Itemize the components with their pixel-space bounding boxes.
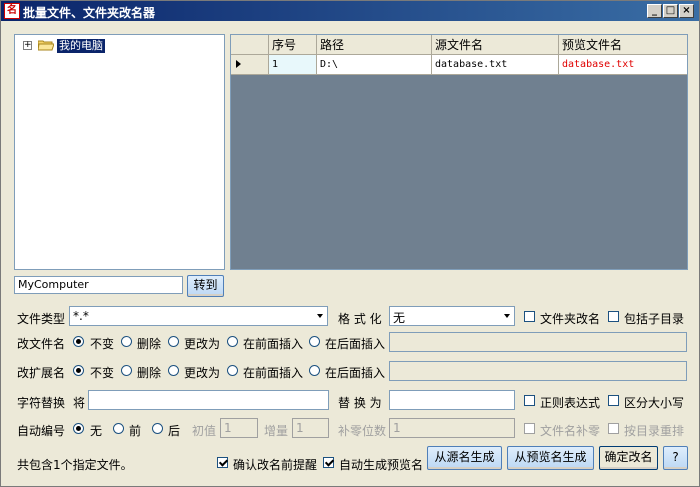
column-header-preview[interactable]: 预览文件名 (559, 35, 687, 55)
row-selector-icon (231, 55, 269, 74)
auto-number-radio-front[interactable] (113, 423, 124, 434)
start-value-label: 初值 (192, 424, 217, 438)
rename-file-radio-change[interactable] (168, 336, 179, 347)
rename-ext-radio-delete[interactable] (121, 365, 132, 376)
close-button[interactable]: × (679, 4, 694, 18)
rename-ext-option-append: 在后面插入 (325, 366, 386, 380)
auto-preview-checkbox[interactable] (323, 457, 334, 468)
include-subdir-checkbox[interactable] (608, 311, 619, 322)
title-bar: 名 批量文件、文件夹改名器 _ □ × (1, 1, 699, 21)
status-text: 共包含1个指定文件。 (17, 458, 133, 472)
column-header-path[interactable]: 路径 (317, 35, 432, 55)
by-dir-reorder-checkbox[interactable] (608, 423, 619, 434)
minimize-button[interactable]: _ (647, 4, 662, 18)
chevron-down-icon[interactable] (313, 307, 327, 325)
rename-file-label: 改文件名 (17, 337, 66, 351)
pad-digits-input[interactable]: 1 (389, 418, 515, 438)
path-input[interactable]: MyComputer (14, 276, 183, 294)
generate-from-preview-button[interactable]: 从预览名生成 (507, 446, 594, 470)
rename-ext-option-change: 更改为 (184, 366, 221, 380)
app-icon: 名 (4, 3, 20, 19)
rename-ext-label: 改扩展名 (17, 366, 66, 380)
step-label: 增量 (264, 424, 289, 438)
rename-file-option-append: 在后面插入 (325, 337, 386, 351)
auto-number-option-none: 无 (90, 424, 103, 438)
auto-number-radio-back[interactable] (152, 423, 163, 434)
cell-index[interactable]: 1 (269, 55, 317, 74)
format-value: 无 (393, 311, 406, 325)
grid-corner (231, 35, 269, 55)
file-type-value: *.* (73, 309, 89, 323)
format-label: 格 式 化 (338, 312, 382, 326)
replace-to-label: 替 换 为 (338, 396, 382, 410)
start-value-input[interactable]: 1 (220, 418, 258, 438)
column-header-index[interactable]: 序号 (269, 35, 317, 55)
rename-ext-option-prepend: 在前面插入 (243, 366, 304, 380)
step-input[interactable]: 1 (292, 418, 329, 438)
file-type-label: 文件类型 (17, 312, 66, 326)
tree-item-label: 我的电脑 (57, 39, 105, 53)
rename-file-option-change: 更改为 (184, 337, 221, 351)
chevron-down-icon[interactable] (500, 307, 514, 325)
goto-button[interactable]: 转到 (187, 275, 224, 297)
filename-pad-label: 文件名补零 (540, 424, 601, 438)
rename-ext-option-delete: 删除 (137, 366, 162, 380)
confirm-rename-button[interactable]: 确定改名 (599, 446, 658, 470)
auto-number-option-back: 后 (168, 424, 181, 438)
main-window: 名 批量文件、文件夹改名器 _ □ × + 我的电脑 序号 路径 源文件名 预览… (0, 0, 700, 487)
confirm-prompt-checkbox[interactable] (217, 457, 228, 468)
rename-ext-radio-prepend[interactable] (227, 365, 238, 376)
folder-rename-checkbox[interactable] (524, 311, 535, 322)
replace-to-input[interactable] (389, 390, 515, 410)
auto-number-option-front: 前 (129, 424, 142, 438)
directory-tree[interactable]: + 我的电脑 (14, 34, 225, 270)
pad-digits-label: 补零位数 (338, 424, 387, 438)
rename-file-radio-prepend[interactable] (227, 336, 238, 347)
rename-ext-radio-keep[interactable] (73, 365, 84, 376)
replace-from-input[interactable] (88, 390, 329, 410)
auto-preview-label: 自动生成预览名 (339, 458, 424, 472)
replace-label: 字符替换 (17, 396, 66, 410)
expand-icon[interactable]: + (23, 41, 32, 50)
filename-pad-checkbox[interactable] (524, 423, 535, 434)
include-subdir-label: 包括子目录 (624, 312, 685, 326)
rename-file-radio-append[interactable] (309, 336, 320, 347)
case-sensitive-label: 区分大小写 (624, 396, 685, 410)
rename-ext-radio-append[interactable] (309, 365, 320, 376)
file-grid[interactable]: 序号 路径 源文件名 预览文件名 1 D:\ database.txt data… (230, 34, 688, 270)
rename-ext-input[interactable] (389, 361, 687, 381)
grid-header: 序号 路径 源文件名 预览文件名 (231, 35, 687, 55)
file-type-combo[interactable]: *.* (69, 306, 328, 326)
rename-file-input[interactable] (389, 332, 687, 352)
rename-file-option-delete: 删除 (137, 337, 162, 351)
rename-ext-option-keep: 不变 (90, 366, 115, 380)
regex-checkbox[interactable] (524, 395, 535, 406)
help-button[interactable]: ? (663, 446, 688, 470)
rename-file-radio-keep[interactable] (73, 336, 84, 347)
format-combo[interactable]: 无 (389, 306, 515, 326)
rename-file-option-prepend: 在前面插入 (243, 337, 304, 351)
regex-label: 正则表达式 (540, 396, 601, 410)
auto-number-label: 自动编号 (17, 424, 66, 438)
confirm-prompt-label: 确认改名前提醒 (233, 458, 318, 472)
column-header-source[interactable]: 源文件名 (432, 35, 559, 55)
cell-source[interactable]: database.txt (432, 55, 559, 74)
replace-from-label: 将 (73, 396, 86, 410)
cell-path[interactable]: D:\ (317, 55, 432, 74)
folder-icon (38, 40, 54, 51)
rename-ext-radio-change[interactable] (168, 365, 179, 376)
auto-number-radio-none[interactable] (73, 423, 84, 434)
rename-file-radio-delete[interactable] (121, 336, 132, 347)
rename-file-option-keep: 不变 (90, 337, 115, 351)
folder-rename-label: 文件夹改名 (540, 312, 601, 326)
maximize-button[interactable]: □ (663, 4, 678, 18)
generate-from-source-button[interactable]: 从源名生成 (427, 446, 502, 470)
case-sensitive-checkbox[interactable] (608, 395, 619, 406)
window-title: 批量文件、文件夹改名器 (23, 6, 156, 20)
by-dir-reorder-label: 按目录重排 (624, 424, 685, 438)
cell-preview[interactable]: database.txt (559, 55, 687, 74)
table-row[interactable]: 1 D:\ database.txt database.txt (231, 55, 687, 75)
